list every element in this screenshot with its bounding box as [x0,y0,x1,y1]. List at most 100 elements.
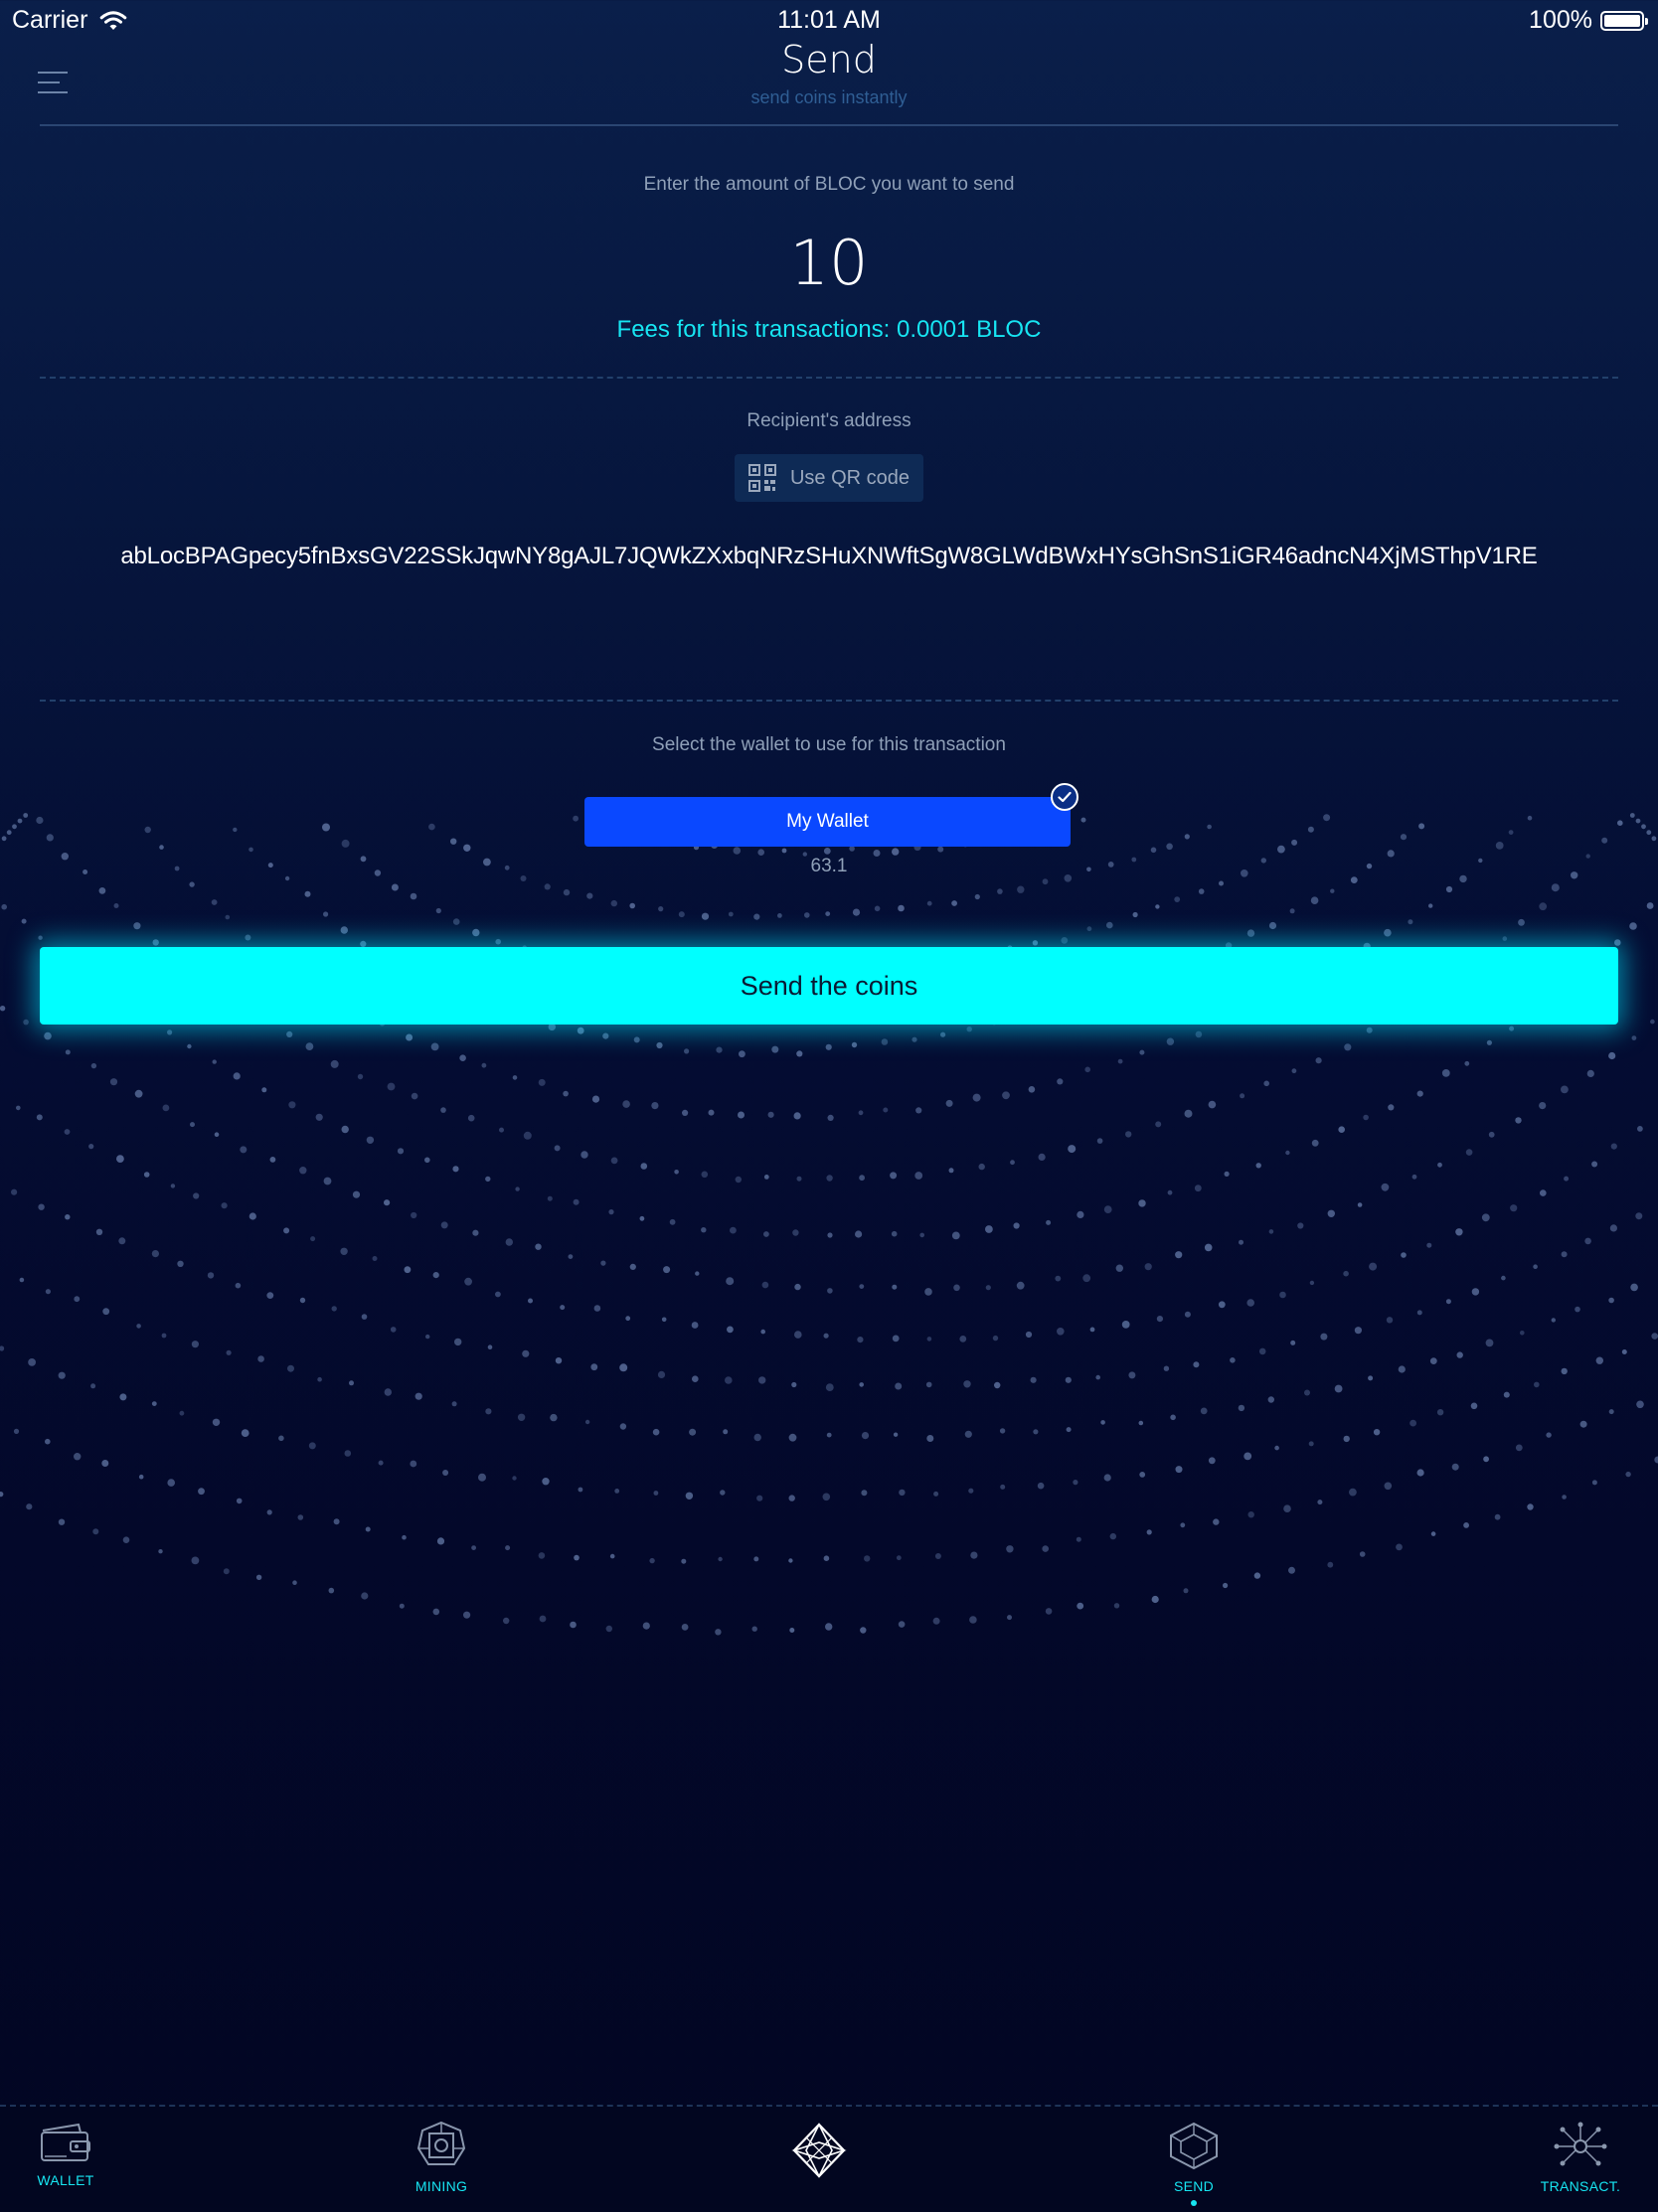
background-dot [914,1172,923,1180]
background-dot [187,1043,192,1049]
background-dot [1113,1603,1120,1609]
recipient-address-field[interactable]: abLocBPAGpecy5fnBxsGV22SSkJqwNY8gAJL7JQW… [0,543,1658,570]
background-dot [1551,883,1560,892]
background-dot [1327,1209,1336,1218]
background-dot [1486,1039,1492,1045]
background-dot [15,1105,21,1111]
background-dot [119,1393,127,1401]
background-dot [602,1032,609,1039]
send-coins-button[interactable]: Send the coins [40,947,1618,1025]
background-dot [266,1509,272,1515]
background-dot [1103,1474,1111,1482]
background-dot [1167,1189,1173,1195]
wallet-option-my-wallet[interactable]: My Wallet [584,797,1071,847]
background-dot [1290,1340,1296,1345]
tab-wallet[interactable]: WALLET [0,2121,135,2206]
background-dot [1311,1139,1319,1147]
background-dot [333,1518,340,1525]
background-dot [1198,888,1205,894]
background-dot [1246,929,1255,937]
background-dot [341,1125,349,1134]
tab-transactions-label: TRANSACT. [1540,2178,1621,2194]
background-dot [1055,1275,1062,1282]
background-dot [1138,1199,1146,1207]
background-dot [292,1580,297,1585]
background-dot [1540,1189,1547,1196]
background-dot [287,1364,294,1372]
background-dot [113,903,119,908]
background-dot [793,1112,801,1120]
amount-input[interactable]: 10 [0,227,1658,299]
background-dot [0,1492,4,1498]
background-dot [937,846,944,853]
background-dot [578,1487,583,1493]
background-dot [366,1136,375,1145]
background-dot [915,1107,922,1114]
background-dot [1106,921,1113,929]
background-dot [74,1453,82,1461]
background-dot [207,1272,215,1279]
background-dot [1455,1228,1463,1236]
background-dot [310,1236,316,1242]
background-dot [972,1093,981,1102]
background-dot [499,1127,504,1133]
background-dot [1138,1420,1144,1426]
background-dot [781,848,787,854]
tab-transactions[interactable]: TRANSACT. [1511,2121,1650,2206]
background-dot [1636,1400,1644,1409]
background-dot [323,1177,332,1185]
background-dot [796,1050,803,1057]
background-dot [36,816,44,825]
background-dot [625,1316,631,1322]
background-dot [299,1297,306,1304]
background-dot [622,1100,630,1108]
background-dot [1436,1409,1444,1416]
background-dot [1184,834,1190,840]
background-dot [221,1202,228,1209]
background-dot [538,1552,546,1559]
background-dot [1485,1339,1494,1347]
background-dot [522,1349,530,1357]
background-dot [357,1073,364,1080]
background-dot [1240,1093,1245,1099]
tab-mining[interactable]: MINING [372,2121,511,2206]
use-qr-code-button[interactable]: Use QR code [735,454,923,502]
background-dot [432,1608,440,1616]
background-dot [691,1322,699,1329]
background-dot [1032,940,1039,946]
background-dot [651,1102,659,1110]
background-dot [1057,1078,1064,1085]
background-dot [715,1629,722,1636]
background-dot [340,1247,348,1256]
background-dot [1481,1213,1490,1222]
background-dot [689,1428,697,1436]
background-dot [563,888,571,896]
background-dot [38,1203,45,1210]
background-dot [992,1335,999,1342]
background-dot [892,1335,900,1343]
background-dot [657,1370,666,1378]
background-dot [92,1528,99,1535]
background-dot [98,887,106,894]
wallet-name: My Wallet [786,811,869,832]
background-dot [1156,1316,1163,1323]
background-dot [19,1277,25,1283]
tab-send[interactable]: SEND [1124,2121,1263,2206]
background-dot [1515,1444,1523,1452]
background-dot [45,1438,51,1445]
background-dot [1586,1069,1594,1077]
background-dot [891,1230,898,1237]
background-dot [753,913,760,920]
background-dot [278,1435,284,1442]
transactions-network-icon [1554,2122,1607,2166]
background-dot [968,1488,974,1494]
background-dot [198,1488,205,1496]
background-dot [414,1392,422,1400]
background-dot [881,1038,889,1045]
background-dot [535,1243,542,1250]
background-dot [1291,1068,1297,1074]
background-dot [629,902,635,909]
tab-home-logo[interactable] [749,2121,889,2206]
background-dot [1539,902,1548,911]
background-dot [1579,1420,1587,1428]
